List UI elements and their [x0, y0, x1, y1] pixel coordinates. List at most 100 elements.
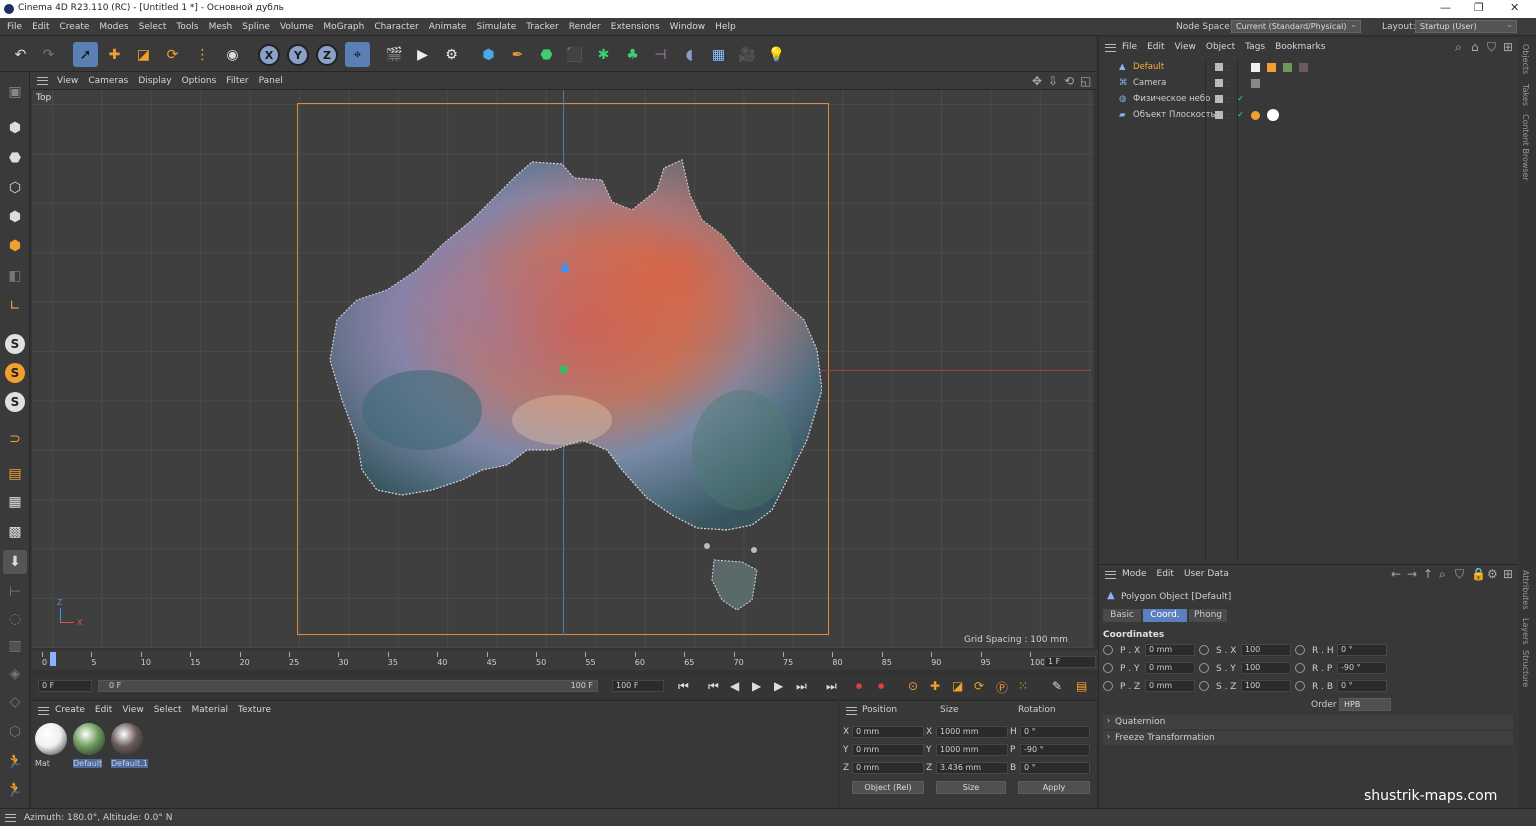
viewport-menu-options[interactable]: Options: [177, 76, 222, 86]
object-name[interactable]: Camera: [1133, 76, 1166, 91]
tab-content-browser[interactable]: Content Browser: [1521, 114, 1530, 181]
attr-r-field[interactable]: -90 °: [1337, 662, 1387, 674]
menu-edit[interactable]: Edit: [27, 18, 54, 36]
texture-mode-icon[interactable]: ⬣: [3, 146, 27, 170]
phong-tag-icon[interactable]: [1251, 111, 1260, 120]
tab-takes[interactable]: Takes: [1521, 84, 1530, 106]
attr-p-field[interactable]: 0 mm: [1145, 680, 1195, 692]
group-label[interactable]: Freeze Transformation: [1115, 733, 1215, 743]
position-z-field[interactable]: 0 mm: [852, 762, 924, 774]
cloner-icon[interactable]: ✱: [591, 42, 616, 67]
node-space-select[interactable]: Current (Standard/Physical): [1231, 19, 1361, 33]
material-menu-icon[interactable]: [38, 707, 49, 715]
minimize-button[interactable]: —: [1440, 1, 1451, 14]
mograph-icon[interactable]: ♣: [620, 42, 645, 67]
coordinate-system-icon[interactable]: ⌖: [345, 42, 370, 67]
material-item[interactable]: Mat: [34, 723, 70, 769]
material-preview-icon[interactable]: [35, 723, 67, 755]
current-frame-field[interactable]: 1 F: [1044, 656, 1096, 668]
object-menu-view[interactable]: View: [1170, 42, 1201, 52]
key-pla-icon[interactable]: ⁙: [1018, 679, 1028, 693]
material-menu-edit[interactable]: Edit: [90, 705, 117, 715]
attr-filter-icon[interactable]: ⛉: [1455, 567, 1464, 582]
tweak-icon[interactable]: ◌: [3, 607, 27, 631]
cube-icon[interactable]: ⬢: [476, 42, 501, 67]
move-tool-icon[interactable]: ✚: [102, 42, 127, 67]
menu-simulate[interactable]: Simulate: [471, 18, 521, 36]
menu-mograph[interactable]: MoGraph: [318, 18, 369, 36]
forward-icon[interactable]: →: [1407, 567, 1417, 581]
material-tag-icon[interactable]: [1283, 63, 1292, 72]
go-to-start-icon[interactable]: ⏮: [678, 679, 689, 694]
object-row[interactable]: ▰ Объект Плоскость ⁚ ✓: [1119, 108, 1509, 123]
recent-tools-icon[interactable]: ⋮: [190, 42, 215, 67]
object-row[interactable]: ⌘ Camera ⁚: [1119, 76, 1509, 91]
layout-select[interactable]: Startup (User): [1415, 19, 1517, 33]
attr-p-field[interactable]: 0 mm: [1145, 662, 1195, 674]
editor-render-dots-icon[interactable]: ⁚: [1227, 78, 1229, 93]
material-menu-texture[interactable]: Texture: [233, 705, 276, 715]
run-character-icon[interactable]: 🏃: [3, 750, 27, 774]
radio-icon[interactable]: [1199, 645, 1209, 655]
size-x-field[interactable]: 1000 mm: [936, 726, 1008, 738]
axis-origin-handle[interactable]: [560, 366, 567, 373]
light-icon[interactable]: 💡: [764, 42, 789, 67]
go-to-end-icon[interactable]: ⏭: [826, 679, 837, 694]
camera-icon[interactable]: 🎥: [735, 42, 760, 67]
close-button[interactable]: ✕: [1510, 1, 1519, 14]
polygons-mode-icon[interactable]: ⬢: [3, 234, 27, 258]
position-y-field[interactable]: 0 mm: [852, 744, 924, 756]
key-rotation-icon[interactable]: ⟳: [974, 679, 984, 693]
menu-character[interactable]: Character: [369, 18, 423, 36]
status-menu-icon[interactable]: [5, 814, 16, 822]
redo-icon[interactable]: ↷: [36, 42, 61, 67]
viewport-menu-cameras[interactable]: Cameras: [83, 76, 133, 86]
tab-coord[interactable]: Coord.: [1143, 609, 1187, 622]
attr-s-field[interactable]: 100: [1241, 644, 1291, 656]
live-select-icon[interactable]: ◉: [220, 42, 245, 67]
key-scale-icon[interactable]: ◪: [952, 679, 963, 693]
next-key-icon[interactable]: ⏭: [796, 679, 807, 694]
attribute-menu-user-data[interactable]: User Data: [1179, 569, 1234, 579]
size-z-field[interactable]: 3.436 mm: [936, 762, 1008, 774]
preview-range-slider[interactable]: 0 F 100 F: [98, 680, 598, 692]
chevron-right-icon[interactable]: ›: [1107, 732, 1110, 741]
solo-icon[interactable]: ▤: [3, 462, 27, 486]
menu-mesh[interactable]: Mesh: [204, 18, 238, 36]
render-settings-icon[interactable]: ⚙: [439, 42, 464, 67]
editor-render-dots-icon[interactable]: ⁚: [1227, 110, 1229, 125]
y-axis-lock-icon[interactable]: Y: [287, 44, 309, 66]
tab-basic[interactable]: Basic: [1103, 609, 1141, 622]
x-axis-lock-icon[interactable]: X: [258, 44, 280, 66]
rotation-h-field[interactable]: 0 °: [1020, 726, 1090, 738]
scale-tool-icon[interactable]: ◪: [131, 42, 156, 67]
autokey-icon[interactable]: ⏺: [878, 679, 884, 694]
lock-icon[interactable]: 🔒: [1471, 567, 1486, 581]
object-menu-object[interactable]: Object: [1201, 42, 1240, 52]
points-mode-icon[interactable]: ⬡: [3, 176, 27, 200]
menu-create[interactable]: Create: [55, 18, 95, 36]
visibility-toggle-icon[interactable]: [1215, 111, 1223, 119]
extrude-icon[interactable]: ⬛: [562, 42, 587, 67]
deformer-icon[interactable]: ⊣: [648, 42, 673, 67]
menu-tools[interactable]: Tools: [171, 18, 203, 36]
snap-quantize-icon[interactable]: S: [5, 392, 25, 412]
editor-render-dots-icon[interactable]: ⁚: [1227, 62, 1229, 77]
material-menu-select[interactable]: Select: [149, 705, 187, 715]
menu-render[interactable]: Render: [564, 18, 606, 36]
radio-icon[interactable]: [1199, 681, 1209, 691]
snap-icon[interactable]: S: [5, 334, 25, 354]
attribute-menu-mode[interactable]: Mode: [1117, 569, 1152, 579]
menu-extensions[interactable]: Extensions: [606, 18, 665, 36]
attr-s-field[interactable]: 100: [1241, 662, 1291, 674]
floor-icon[interactable]: ▦: [706, 42, 731, 67]
end-frame-field[interactable]: 100 F: [612, 680, 664, 692]
menu-modes[interactable]: Modes: [94, 18, 133, 36]
enabled-check-icon[interactable]: ✓: [1237, 108, 1244, 123]
material-menu-material[interactable]: Material: [186, 705, 233, 715]
viewport-solo-icon[interactable]: ▩: [3, 520, 27, 544]
radio-icon[interactable]: [1199, 663, 1209, 673]
previous-frame-icon[interactable]: ◀: [730, 679, 739, 693]
rotation-p-field[interactable]: -90 °: [1020, 744, 1090, 756]
tab-attributes[interactable]: Attributes: [1521, 570, 1530, 610]
